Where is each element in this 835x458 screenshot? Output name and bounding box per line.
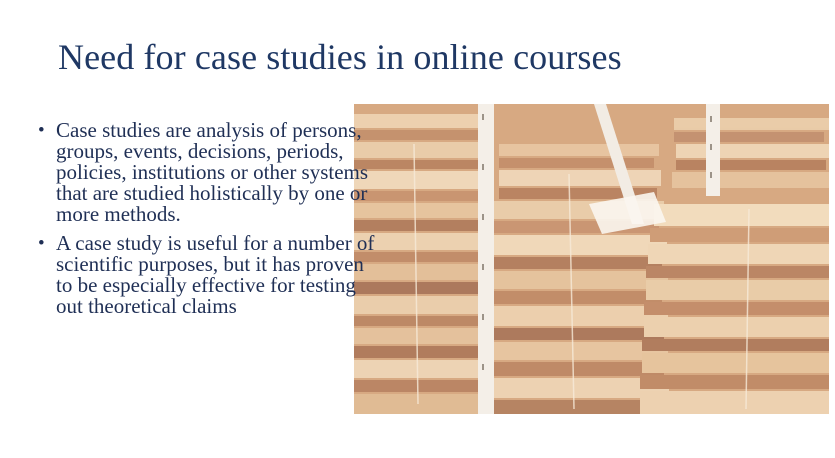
bullet-symbol: •	[38, 120, 45, 141]
bullet-item: • A case study is useful for a number of…	[38, 233, 383, 317]
bullet-symbol: •	[38, 233, 45, 254]
bullet-list: • Case studies are analysis of persons, …	[38, 120, 383, 325]
paper-stacks-illustration	[354, 104, 829, 414]
slide-title: Need for case studies in online courses	[58, 37, 622, 77]
bullet-text: Case studies are analysis of persons, gr…	[56, 118, 369, 226]
bullet-text: A case study is useful for a number of s…	[56, 231, 375, 318]
archive-files-photo	[354, 104, 829, 414]
bullet-item: • Case studies are analysis of persons, …	[38, 120, 383, 225]
